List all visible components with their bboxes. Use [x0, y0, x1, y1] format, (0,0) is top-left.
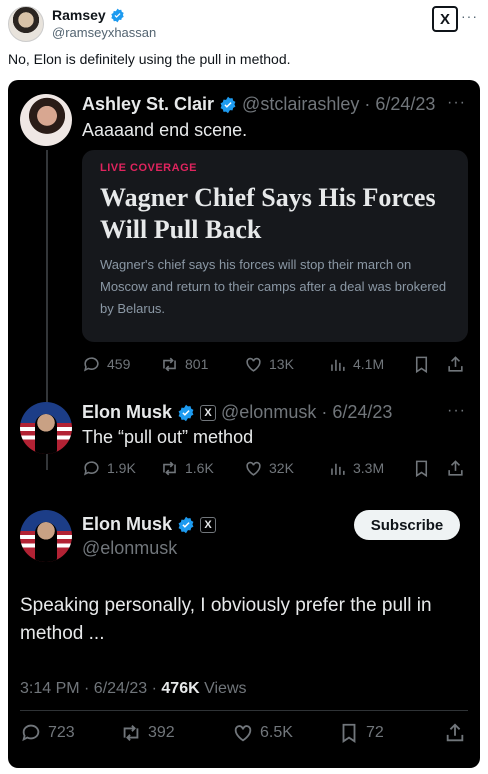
verified-badge-icon — [178, 404, 194, 421]
author-name[interactable]: Ashley St. Clair — [82, 94, 214, 115]
x-affiliation-icon: X — [200, 516, 217, 533]
action-bar: 1.9K 1.6K 32K 3.3M — [82, 456, 468, 480]
subscribe-button[interactable]: Subscribe — [354, 510, 460, 540]
article-card[interactable]: LIVE COVERAGE Wagner Chief Says His Forc… — [82, 150, 468, 342]
like-count: 13K — [269, 356, 294, 372]
repost-button[interactable]: 1.6K — [160, 459, 214, 478]
tweet-text: No, Elon is definitely using the pull in… — [8, 51, 291, 67]
article-kicker: LIVE COVERAGE — [100, 162, 197, 174]
heart-icon — [234, 725, 252, 742]
bookmark-icon — [342, 723, 356, 743]
bookmark-button[interactable] — [412, 459, 431, 478]
views-label: Views — [199, 680, 247, 697]
reply-icon — [83, 356, 99, 372]
reply-count: 459 — [107, 356, 131, 372]
avatar[interactable] — [20, 94, 72, 146]
views-button[interactable]: 4.1M — [328, 355, 384, 374]
more-options-icon[interactable]: ··· — [447, 94, 466, 112]
tweet-text: The “pull out” method — [82, 427, 254, 447]
reply-button[interactable]: 723 — [20, 722, 75, 744]
views-count: 3.3M — [353, 460, 385, 476]
heart-icon — [246, 461, 261, 476]
repost-count: 1.6K — [185, 460, 214, 476]
repost-count: 801 — [185, 356, 209, 372]
author-name[interactable]: Ramsey — [52, 7, 106, 23]
like-button[interactable]: 13K — [244, 355, 294, 374]
author-handle[interactable]: @ramseyxhassan — [52, 25, 156, 40]
like-button[interactable]: 32K — [244, 459, 294, 478]
tweet-meta: 3:14 PM · 6/24/23 · 476K Views — [20, 680, 247, 698]
verified-badge-icon — [220, 96, 236, 113]
action-bar: 459 801 13K 4.1M — [82, 352, 468, 376]
views-count: 476K — [161, 680, 200, 697]
reply-name-row: Elon Musk X @elonmusk · 6/24/23 — [82, 402, 392, 423]
repost-count: 392 — [148, 724, 175, 741]
author-name[interactable]: Elon Musk — [82, 514, 172, 535]
outer-tweet-header: Ramsey @ramseyxhassan X ··· — [8, 4, 480, 44]
embedded-screenshot: Ashley St. Clair @stclairashley · 6/24/2… — [8, 80, 480, 768]
reply-icon — [22, 724, 40, 742]
bookmark-button[interactable]: 72 — [338, 722, 384, 744]
views-count: 4.1M — [353, 356, 385, 372]
share-icon — [448, 459, 463, 476]
bookmark-icon — [415, 356, 428, 373]
tweet-text: Speaking personally, I obviously prefer … — [20, 595, 432, 644]
like-button[interactable]: 6.5K — [232, 722, 293, 744]
repost-button[interactable]: 801 — [160, 355, 208, 374]
reply-button[interactable]: 459 — [82, 355, 130, 374]
avatar[interactable] — [20, 402, 72, 454]
like-count: 32K — [269, 460, 294, 476]
reply-count: 723 — [48, 724, 75, 741]
x-affiliation-icon: X — [200, 404, 217, 421]
bookmark-button[interactable] — [412, 355, 431, 374]
outer-name-row: Ramsey — [52, 7, 125, 23]
bookmark-count: 72 — [366, 724, 384, 741]
repost-icon — [163, 357, 176, 371]
tweet-text: Aaaaand end scene. — [82, 120, 248, 140]
more-options-icon[interactable]: ··· — [461, 8, 478, 24]
x-logo-icon: X — [432, 6, 458, 32]
views-chart-icon — [331, 463, 345, 475]
share-icon — [446, 723, 464, 742]
author-handle[interactable]: @stclairashley · 6/24/23 — [242, 94, 435, 115]
bookmark-icon — [415, 460, 428, 477]
repost-button[interactable]: 392 — [120, 722, 175, 744]
verified-badge-icon — [178, 516, 194, 533]
share-button[interactable] — [446, 355, 465, 374]
more-options-icon[interactable]: ··· — [447, 402, 466, 420]
avatar[interactable] — [8, 6, 44, 42]
author-handle[interactable]: @elonmusk — [82, 538, 177, 559]
like-count: 6.5K — [260, 724, 293, 741]
reply-icon — [83, 460, 99, 476]
share-icon — [448, 355, 463, 372]
action-bar: 723 392 6.5K 72 — [20, 720, 468, 746]
author-name[interactable]: Elon Musk — [82, 402, 172, 423]
article-summary: Wagner's chief says his forces will stop… — [100, 257, 447, 316]
reply-button[interactable]: 1.9K — [82, 459, 136, 478]
verified-badge-icon — [111, 8, 124, 22]
views-chart-icon — [331, 359, 345, 371]
share-button[interactable] — [446, 459, 465, 478]
repost-icon — [163, 461, 176, 475]
author-handle[interactable]: @elonmusk · 6/24/23 — [221, 402, 392, 423]
share-button[interactable] — [444, 722, 466, 744]
heart-icon — [246, 357, 261, 372]
article-title: Wagner Chief Says His Forces Will Pull B… — [100, 183, 436, 244]
avatar[interactable] — [20, 510, 72, 562]
main-name-row: Elon Musk X — [82, 514, 217, 535]
reply-count: 1.9K — [107, 460, 136, 476]
views-button[interactable]: 3.3M — [328, 459, 384, 478]
divider — [20, 710, 468, 711]
repost-icon — [123, 725, 139, 741]
quoted-name-row: Ashley St. Clair @stclairashley · 6/24/2… — [82, 94, 435, 115]
timestamp[interactable]: 3:14 PM · 6/24/23 · — [20, 680, 161, 697]
